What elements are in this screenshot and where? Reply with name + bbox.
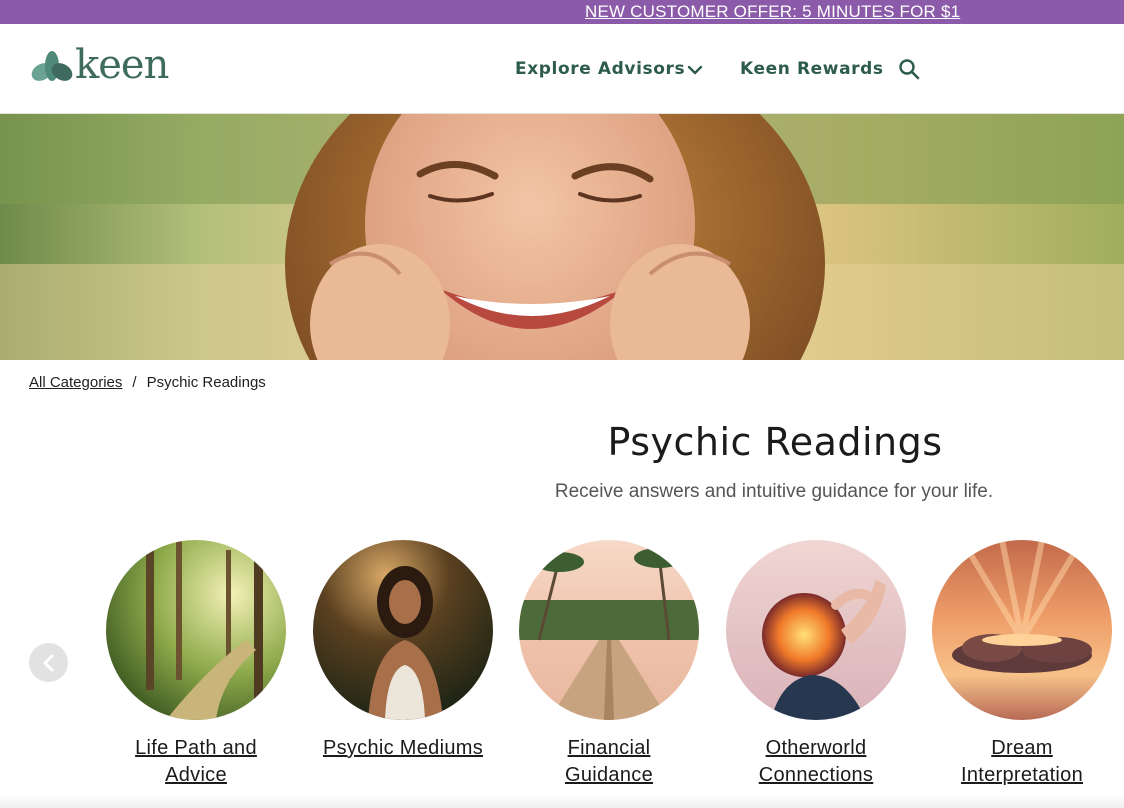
category-label-line1[interactable]: Psychic Mediums (323, 737, 483, 759)
nav-explore-advisors[interactable]: Explore Advisors (515, 59, 685, 79)
category-image[interactable] (313, 540, 493, 720)
category-psychic-mediums[interactable]: Psychic Mediums (313, 540, 493, 762)
category-label-line2[interactable]: Advice (165, 764, 227, 786)
breadcrumb-all-categories[interactable]: All Categories (29, 374, 122, 391)
carousel-prev-button[interactable] (29, 643, 68, 682)
category-label[interactable]: Dream Interpretation (932, 735, 1112, 789)
sun-silhouette (726, 540, 906, 720)
keen-logo[interactable]: keen (30, 42, 170, 92)
page-title: Psychic Readings (607, 420, 943, 464)
chevron-down-icon[interactable] (687, 64, 703, 76)
site-header: keen Explore Advisors Keen Rewards (0, 24, 1124, 114)
category-image[interactable] (726, 540, 906, 720)
category-image[interactable] (106, 540, 286, 720)
breadcrumb-separator: / (132, 374, 137, 391)
category-life-path[interactable]: Life Path and Advice (106, 540, 286, 789)
category-label-line1[interactable]: Life Path and (135, 737, 257, 759)
category-label-line2[interactable]: Guidance (565, 764, 653, 786)
logo-wordmark: keen (75, 42, 169, 88)
chevron-left-icon (43, 654, 53, 671)
search-icon[interactable] (898, 58, 920, 80)
breadcrumb-current: Psychic Readings (146, 374, 266, 391)
promo-banner: NEW CUSTOMER OFFER: 5 MINUTES FOR $1 (0, 0, 1124, 24)
category-label[interactable]: Life Path and Advice (106, 735, 286, 789)
category-label-line2[interactable]: Connections (759, 764, 873, 786)
hero-image (0, 114, 1124, 360)
category-label-line1[interactable]: Financial (568, 737, 651, 759)
category-label-line1[interactable]: Otherworld (766, 737, 867, 759)
category-label-line2[interactable]: Interpretation (961, 764, 1083, 786)
leaf-logo-icon (31, 51, 73, 81)
category-otherworld-connections[interactable]: Otherworld Connections (726, 540, 906, 789)
smiling-woman-photo (0, 114, 1124, 360)
category-label[interactable]: Psychic Mediums (313, 735, 493, 762)
category-label-line1[interactable]: Dream (991, 737, 1053, 759)
category-label[interactable]: Otherworld Connections (726, 735, 906, 789)
meditating-woman (313, 540, 493, 720)
category-financial-guidance[interactable]: Financial Guidance (519, 540, 699, 789)
sunset-clouds (932, 540, 1112, 720)
category-image[interactable] (932, 540, 1112, 720)
palm-boardwalk (519, 540, 699, 720)
bottom-fade (0, 795, 1124, 808)
category-label[interactable]: Financial Guidance (519, 735, 699, 789)
nav-keen-rewards[interactable]: Keen Rewards (740, 59, 884, 79)
new-customer-offer-link[interactable]: NEW CUSTOMER OFFER: 5 MINUTES FOR $1 (585, 2, 960, 22)
category-image[interactable] (519, 540, 699, 720)
category-dream-interpretation[interactable]: Dream Interpretation (932, 540, 1112, 789)
breadcrumb: All Categories / Psychic Readings (29, 374, 266, 391)
forest-path (106, 540, 286, 720)
page-subtitle: Receive answers and intuitive guidance f… (554, 481, 994, 502)
